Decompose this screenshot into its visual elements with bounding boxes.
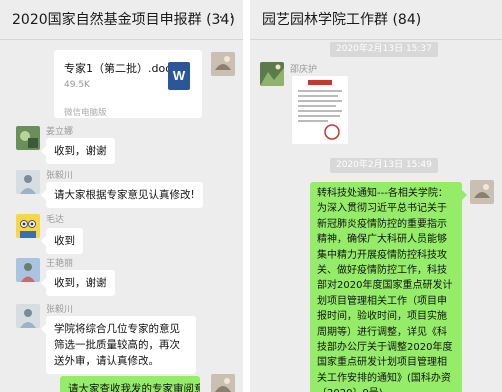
message-bubble[interactable]: 收到，谢谢 (41, 270, 115, 296)
chat-title-text: 2020国家自然基金项目申报群 (34) (12, 12, 235, 28)
timestamp: 2020年2月13日 15:37 (330, 42, 438, 57)
sender-name: 毛达 (46, 215, 65, 225)
self-avatar[interactable] (211, 374, 235, 392)
chat-title: 园艺园林学院工作群 (84) (250, 0, 502, 40)
sender-name: 姜立娜 (46, 127, 74, 137)
timestamp: 2020年2月13日 15:49 (330, 158, 438, 173)
right-chat-window: 园艺园林学院工作群 (84) 2020年2月13日 15:37 邵庆护 2020… (250, 0, 502, 392)
outgoing-message-bubble[interactable]: 请大家查收我发的专家审阅意 (60, 376, 200, 392)
member-avatar[interactable] (260, 62, 284, 86)
message-bubble[interactable]: 请大家根据专家意见认真修改! (41, 182, 203, 208)
member-avatar[interactable] (16, 214, 40, 238)
chat-title-text: 园艺园林学院工作群 (84) (262, 12, 422, 28)
left-chat-window: 2020国家自然基金项目申报群 (34) ··· 专家1（第二批）.doc 49… (0, 0, 243, 392)
image-message-thumbnail[interactable] (292, 76, 348, 144)
word-document-icon: W (168, 62, 190, 90)
self-avatar[interactable] (470, 180, 494, 204)
file-size: 49.5K (64, 80, 90, 90)
member-avatar[interactable] (16, 258, 40, 282)
sender-name: 邵庆护 (290, 65, 318, 75)
sender-name: 张毅川 (46, 305, 74, 315)
message-bubble[interactable]: 收到，谢谢 (41, 138, 115, 164)
member-avatar[interactable] (16, 170, 40, 194)
more-options-icon[interactable]: ··· (219, 0, 235, 36)
sender-name: 张毅川 (46, 171, 74, 181)
file-name: 专家1（第二批）.doc (64, 62, 172, 75)
message-bubble[interactable]: 学院将综合几位专家的意见筛选一批质量较高的，再次送外审，请认真修改。 (41, 316, 196, 374)
sender-name: 王艳丽 (46, 259, 74, 269)
self-avatar[interactable] (211, 52, 235, 76)
message-bubble[interactable]: 收到 (41, 228, 83, 254)
member-avatar[interactable] (16, 304, 40, 328)
outgoing-message-bubble[interactable]: 转科技处通知---各相关学院：为深入贯彻习近平总书记关于新冠肺炎疫情防控的重要指… (310, 182, 467, 392)
file-source-label: 微信电脑版 (64, 108, 107, 118)
chat-title: 2020国家自然基金项目申报群 (34) ··· (0, 0, 243, 40)
member-avatar[interactable] (16, 126, 40, 150)
